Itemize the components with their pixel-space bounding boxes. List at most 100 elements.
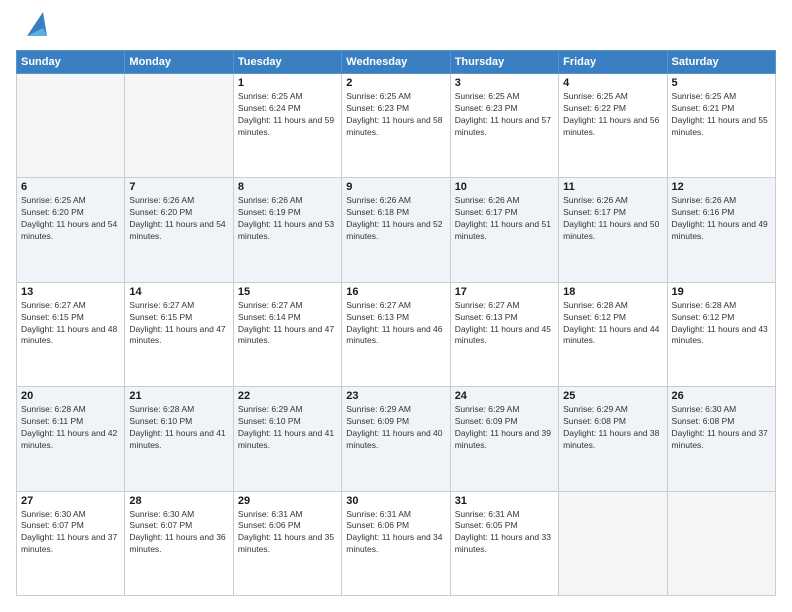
day-info: Sunrise: 6:31 AMSunset: 6:06 PMDaylight:… <box>346 509 445 557</box>
day-number: 18 <box>563 286 662 298</box>
calendar-cell: 9 Sunrise: 6:26 AMSunset: 6:18 PMDaylight… <box>342 178 450 282</box>
day-info: Sunrise: 6:29 AMSunset: 6:08 PMDaylight:… <box>563 404 662 452</box>
calendar-cell: 8Sunrise: 6:26 AMSunset: 6:19 PMDaylight… <box>233 178 341 282</box>
calendar-header-row: SundayMondayTuesdayWednesdayThursdayFrid… <box>17 51 776 74</box>
calendar-cell: 23Sunrise: 6:29 AMSunset: 6:09 PMDayligh… <box>342 387 450 491</box>
day-number: 20 <box>21 390 120 402</box>
calendar-week-row: 6Sunrise: 6:25 AMSunset: 6:20 PMDaylight… <box>17 178 776 282</box>
day-info: Sunrise: 6:29 AMSunset: 6:09 PMDaylight:… <box>346 404 445 452</box>
day-number: 14 <box>129 286 228 298</box>
day-number: 4 <box>563 77 662 89</box>
calendar-header-tuesday: Tuesday <box>233 51 341 74</box>
calendar-table: SundayMondayTuesdayWednesdayThursdayFrid… <box>16 50 776 596</box>
day-info: Sunrise: 6:28 AMSunset: 6:12 PMDaylight:… <box>672 300 771 348</box>
page: SundayMondayTuesdayWednesdayThursdayFrid… <box>0 0 792 612</box>
day-number: 19 <box>672 286 771 298</box>
day-info: Sunrise: 6:26 AMSunset: 6:17 PMDaylight:… <box>455 195 554 243</box>
day-info: Sunrise: 6:26 AMSunset: 6:17 PMDaylight:… <box>563 195 662 243</box>
day-info: Sunrise: 6:26 AMSunset: 6:20 PMDaylight:… <box>129 195 228 243</box>
day-number: 24 <box>455 390 554 402</box>
day-info: Sunrise: 6:28 AMSunset: 6:11 PMDaylight:… <box>21 404 120 452</box>
calendar-week-row: 27 Sunrise: 6:30 AMSunset: 6:07 PMDayligh… <box>17 491 776 595</box>
day-info: Sunrise: 6:26 AMSunset: 6:16 PMDaylight:… <box>672 195 771 243</box>
calendar-week-row: 1 Sunrise: 6:25 AMSunset: 6:24 PMDaylight… <box>17 74 776 178</box>
day-info: Sunrise: 6:29 AMSunset: 6:09 PMDaylight:… <box>455 404 554 452</box>
calendar-cell: 19 Sunrise: 6:28 AMSunset: 6:12 PMDayligh… <box>667 282 775 386</box>
day-number: 25 <box>563 390 662 402</box>
calendar-cell: 26 Sunrise: 6:30 AMSunset: 6:08 PMDayligh… <box>667 387 775 491</box>
calendar-cell: 3 Sunrise: 6:25 AMSunset: 6:23 PMDaylight… <box>450 74 558 178</box>
day-number: 26 <box>672 390 771 402</box>
day-number: 12 <box>672 181 771 193</box>
calendar-cell: 15 Sunrise: 6:27 AMSunset: 6:14 PMDayligh… <box>233 282 341 386</box>
calendar-cell: 13 Sunrise: 6:27 AMSunset: 6:15 PMDayligh… <box>17 282 125 386</box>
day-info: Sunrise: 6:28 AMSunset: 6:10 PMDaylight:… <box>129 404 228 452</box>
calendar-cell: 21Sunrise: 6:28 AMSunset: 6:10 PMDayligh… <box>125 387 233 491</box>
calendar-cell: 24 Sunrise: 6:29 AMSunset: 6:09 PMDayligh… <box>450 387 558 491</box>
day-number: 10 <box>455 181 554 193</box>
calendar-cell: 1 Sunrise: 6:25 AMSunset: 6:24 PMDaylight… <box>233 74 341 178</box>
day-number: 1 <box>238 77 337 89</box>
calendar-week-row: 20 Sunrise: 6:28 AMSunset: 6:11 PMDayligh… <box>17 387 776 491</box>
calendar-cell <box>125 74 233 178</box>
calendar-header-monday: Monday <box>125 51 233 74</box>
calendar-cell: 31 Sunrise: 6:31 AMSunset: 6:05 PMDayligh… <box>450 491 558 595</box>
day-number: 31 <box>455 495 554 507</box>
logo-icon <box>19 8 51 40</box>
calendar-cell <box>559 491 667 595</box>
calendar-cell <box>667 491 775 595</box>
day-info: Sunrise: 6:27 AMSunset: 6:14 PMDaylight:… <box>238 300 337 348</box>
day-info: Sunrise: 6:29 AMSunset: 6:10 PMDaylight:… <box>238 404 337 452</box>
logo <box>16 16 51 40</box>
day-number: 7 <box>129 181 228 193</box>
day-number: 16 <box>346 286 445 298</box>
day-info: Sunrise: 6:25 AMSunset: 6:21 PMDaylight:… <box>672 91 771 139</box>
calendar-week-row: 13 Sunrise: 6:27 AMSunset: 6:15 PMDayligh… <box>17 282 776 386</box>
calendar-cell: 12 Sunrise: 6:26 AMSunset: 6:16 PMDayligh… <box>667 178 775 282</box>
calendar-cell: 6Sunrise: 6:25 AMSunset: 6:20 PMDaylight… <box>17 178 125 282</box>
calendar-header-thursday: Thursday <box>450 51 558 74</box>
calendar-cell: 4 Sunrise: 6:25 AMSunset: 6:22 PMDaylight… <box>559 74 667 178</box>
day-number: 15 <box>238 286 337 298</box>
calendar-cell: 7 Sunrise: 6:26 AMSunset: 6:20 PMDaylight… <box>125 178 233 282</box>
calendar-cell: 11 Sunrise: 6:26 AMSunset: 6:17 PMDayligh… <box>559 178 667 282</box>
day-info: Sunrise: 6:30 AMSunset: 6:07 PMDaylight:… <box>21 509 120 557</box>
day-number: 30 <box>346 495 445 507</box>
day-number: 17 <box>455 286 554 298</box>
day-info: Sunrise: 6:26 AMSunset: 6:18 PMDaylight:… <box>346 195 445 243</box>
day-info: Sunrise: 6:26 AMSunset: 6:19 PMDaylight:… <box>238 195 337 243</box>
day-number: 9 <box>346 181 445 193</box>
calendar-cell: 28Sunrise: 6:30 AMSunset: 6:07 PMDayligh… <box>125 491 233 595</box>
calendar-cell: 5 Sunrise: 6:25 AMSunset: 6:21 PMDaylight… <box>667 74 775 178</box>
calendar-cell: 20 Sunrise: 6:28 AMSunset: 6:11 PMDayligh… <box>17 387 125 491</box>
day-info: Sunrise: 6:30 AMSunset: 6:08 PMDaylight:… <box>672 404 771 452</box>
calendar-header-sunday: Sunday <box>17 51 125 74</box>
day-number: 27 <box>21 495 120 507</box>
calendar-cell: 10 Sunrise: 6:26 AMSunset: 6:17 PMDayligh… <box>450 178 558 282</box>
day-info: Sunrise: 6:31 AMSunset: 6:05 PMDaylight:… <box>455 509 554 557</box>
day-number: 13 <box>21 286 120 298</box>
day-info: Sunrise: 6:28 AMSunset: 6:12 PMDaylight:… <box>563 300 662 348</box>
calendar-header-saturday: Saturday <box>667 51 775 74</box>
calendar-cell: 17Sunrise: 6:27 AMSunset: 6:13 PMDayligh… <box>450 282 558 386</box>
day-number: 3 <box>455 77 554 89</box>
day-number: 11 <box>563 181 662 193</box>
header <box>16 16 776 40</box>
calendar-cell: 14 Sunrise: 6:27 AMSunset: 6:15 PMDayligh… <box>125 282 233 386</box>
calendar-cell: 25 Sunrise: 6:29 AMSunset: 6:08 PMDayligh… <box>559 387 667 491</box>
calendar-header-wednesday: Wednesday <box>342 51 450 74</box>
day-number: 2 <box>346 77 445 89</box>
calendar-cell: 29Sunrise: 6:31 AMSunset: 6:06 PMDayligh… <box>233 491 341 595</box>
day-info: Sunrise: 6:27 AMSunset: 6:15 PMDaylight:… <box>129 300 228 348</box>
day-info: Sunrise: 6:27 AMSunset: 6:15 PMDaylight:… <box>21 300 120 348</box>
day-info: Sunrise: 6:30 AMSunset: 6:07 PMDaylight:… <box>129 509 228 557</box>
calendar-cell: 30 Sunrise: 6:31 AMSunset: 6:06 PMDayligh… <box>342 491 450 595</box>
calendar-cell: 22Sunrise: 6:29 AMSunset: 6:10 PMDayligh… <box>233 387 341 491</box>
day-info: Sunrise: 6:25 AMSunset: 6:23 PMDaylight:… <box>346 91 445 139</box>
day-number: 5 <box>672 77 771 89</box>
day-number: 29 <box>238 495 337 507</box>
day-info: Sunrise: 6:25 AMSunset: 6:22 PMDaylight:… <box>563 91 662 139</box>
day-info: Sunrise: 6:25 AMSunset: 6:24 PMDaylight:… <box>238 91 337 139</box>
day-info: Sunrise: 6:25 AMSunset: 6:20 PMDaylight:… <box>21 195 120 243</box>
day-info: Sunrise: 6:25 AMSunset: 6:23 PMDaylight:… <box>455 91 554 139</box>
